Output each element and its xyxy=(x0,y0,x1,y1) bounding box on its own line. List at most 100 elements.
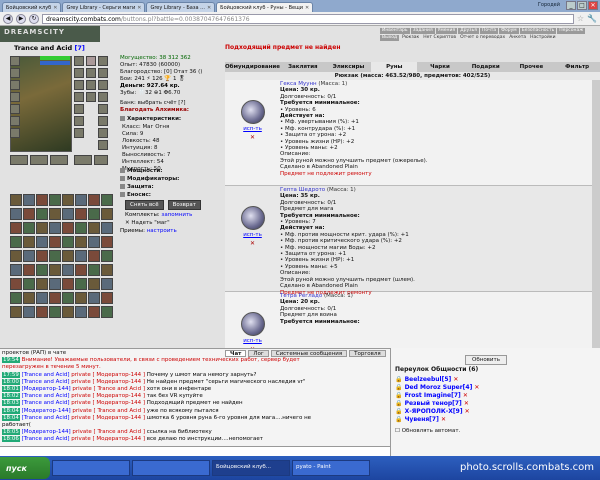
equip-slot[interactable] xyxy=(98,92,108,102)
equip-slot[interactable] xyxy=(86,80,96,90)
inventory-slot[interactable] xyxy=(75,278,87,290)
chat-sender[interactable]: [Trance and Acid] xyxy=(22,436,70,442)
tab-charms[interactable]: Чарки xyxy=(417,62,463,72)
maximize-icon[interactable]: □ xyxy=(577,1,587,10)
inventory-slot[interactable] xyxy=(88,222,100,234)
equip-slot[interactable] xyxy=(74,128,84,138)
equip-slot[interactable] xyxy=(98,128,108,138)
chat-sender[interactable]: [Trance and Acid] xyxy=(22,379,70,385)
inventory-slot[interactable] xyxy=(36,236,48,248)
remember-kit-link[interactable]: запомнить xyxy=(161,212,192,218)
equip-slot[interactable] xyxy=(10,92,20,102)
inventory-slot[interactable] xyxy=(10,208,22,220)
browser-tab[interactable]: Grey Library - Серьги маги ✕ xyxy=(62,2,146,12)
inventory-slot[interactable] xyxy=(49,264,61,276)
inventory-slot[interactable] xyxy=(62,208,74,220)
delete-icon[interactable]: ✕ xyxy=(250,134,255,141)
inventory-slot[interactable] xyxy=(101,236,113,248)
close-icon[interactable]: ✕ xyxy=(207,5,211,11)
start-button[interactable]: пуск xyxy=(0,457,50,479)
chat-private-target[interactable]: private [ Trance and Acid ] xyxy=(72,386,145,392)
chat-sender[interactable]: [Модератор-144] xyxy=(22,408,71,414)
inventory-slot[interactable] xyxy=(62,194,74,206)
section-enosis[interactable]: Еносис: xyxy=(120,192,151,198)
equip-slot[interactable] xyxy=(74,155,92,165)
inventory-slot[interactable] xyxy=(23,194,35,206)
equip-slot[interactable] xyxy=(50,155,68,165)
close-icon[interactable]: ✕ xyxy=(451,376,458,383)
inventory-slot[interactable] xyxy=(88,278,100,290)
chat-private-target[interactable]: private [ Модератор-144 ] xyxy=(71,436,145,442)
item-name[interactable]: Гепта Шедрото xyxy=(280,187,325,193)
equip-slot[interactable] xyxy=(98,68,108,78)
chat-private-target[interactable]: private [ Модератор-144 ] xyxy=(71,372,145,378)
inventory-slot[interactable] xyxy=(23,236,35,248)
inventory-slot[interactable] xyxy=(10,278,22,290)
wrench-icon[interactable]: 🔧 xyxy=(587,14,597,23)
use-link[interactable]: исп-ть xyxy=(243,126,262,132)
inventory-slot[interactable] xyxy=(23,250,35,262)
refresh-button[interactable]: Обновить xyxy=(465,355,507,365)
configure-link[interactable]: настроить xyxy=(147,228,177,234)
item-name[interactable]: Тетра Регладо xyxy=(280,293,322,299)
taskbar-item[interactable] xyxy=(52,460,130,476)
tab-gifts[interactable]: Подарки xyxy=(463,62,509,72)
inventory-slot[interactable] xyxy=(23,292,35,304)
chat-sender[interactable]: [Trance and Acid] xyxy=(22,400,70,406)
tab-equipment[interactable]: Обмундирование xyxy=(225,62,280,72)
inventory-slot[interactable] xyxy=(49,250,61,262)
inventory-slot[interactable] xyxy=(49,306,61,318)
user-name[interactable]: Чувеня[7] xyxy=(405,416,439,423)
inventory-slot[interactable] xyxy=(101,208,113,220)
inventory-slot[interactable] xyxy=(75,194,87,206)
inventory-slot[interactable] xyxy=(62,222,74,234)
equip-slot[interactable] xyxy=(10,128,20,138)
equip-slot[interactable] xyxy=(10,116,20,126)
equip-slot[interactable] xyxy=(86,68,96,78)
tab-filter[interactable]: Фильтр xyxy=(554,62,600,72)
tab-log[interactable]: Лог xyxy=(248,350,269,357)
inventory-slot[interactable] xyxy=(36,194,48,206)
chat-sender[interactable]: [Модератор-144] xyxy=(22,386,71,392)
equip-slot[interactable] xyxy=(10,68,20,78)
character-name[interactable]: Trance and Acid [7] xyxy=(14,44,85,52)
equip-slot[interactable] xyxy=(74,116,84,126)
inventory-slot[interactable] xyxy=(88,264,100,276)
chat-sender[interactable]: [Trance and Acid] xyxy=(22,415,70,421)
inventory-slot[interactable] xyxy=(75,306,87,318)
chat-private-target[interactable]: private [ Модератор-144 ] xyxy=(71,379,145,385)
tab-chat[interactable]: Чат xyxy=(225,350,247,357)
equip-slot[interactable] xyxy=(74,56,84,66)
submenu-item[interactable]: Нет Скриптов xyxy=(421,35,458,41)
chat-input[interactable] xyxy=(0,446,390,456)
item-name[interactable]: Гекса Муунн xyxy=(280,81,317,87)
inventory-slot[interactable] xyxy=(62,264,74,276)
inventory-slot[interactable] xyxy=(101,222,113,234)
inventory-slot[interactable] xyxy=(36,222,48,234)
inventory-slot[interactable] xyxy=(36,250,48,262)
chat-sender[interactable]: [Trance and Acid] xyxy=(22,393,70,399)
equip-slot[interactable] xyxy=(98,116,108,126)
equip-slot[interactable] xyxy=(98,56,108,66)
inventory-slot[interactable] xyxy=(36,208,48,220)
browser-tab[interactable]: Grey Library - База ... ✕ xyxy=(146,2,216,12)
inventory-slot[interactable] xyxy=(75,292,87,304)
inventory-slot[interactable] xyxy=(10,306,22,318)
equip-slot[interactable] xyxy=(86,56,96,66)
inventory-slot[interactable] xyxy=(88,194,100,206)
chat-private-target[interactable]: private [ Trance and Acid ] xyxy=(72,429,145,435)
close-icon[interactable]: ✕ xyxy=(462,400,469,407)
close-icon[interactable]: ✕ xyxy=(461,392,468,399)
menu-item[interactable]: Инвентарь xyxy=(380,28,410,34)
inventory-slot[interactable] xyxy=(23,222,35,234)
equip-slot[interactable] xyxy=(74,68,84,78)
section-characteristics[interactable]: Характеристики: xyxy=(120,116,181,122)
inventory-slot[interactable] xyxy=(88,250,100,262)
bank-link[interactable]: Банк: выбрать счёт [?] xyxy=(120,100,186,106)
inventory-slot[interactable] xyxy=(75,222,87,234)
back-icon[interactable]: ◀ xyxy=(3,13,13,24)
inventory-slot[interactable] xyxy=(101,264,113,276)
inventory-slot[interactable] xyxy=(101,250,113,262)
unequip-all-button[interactable]: Снять всё xyxy=(125,200,164,210)
chat-sender[interactable]: [Trance and Acid] xyxy=(22,372,70,378)
